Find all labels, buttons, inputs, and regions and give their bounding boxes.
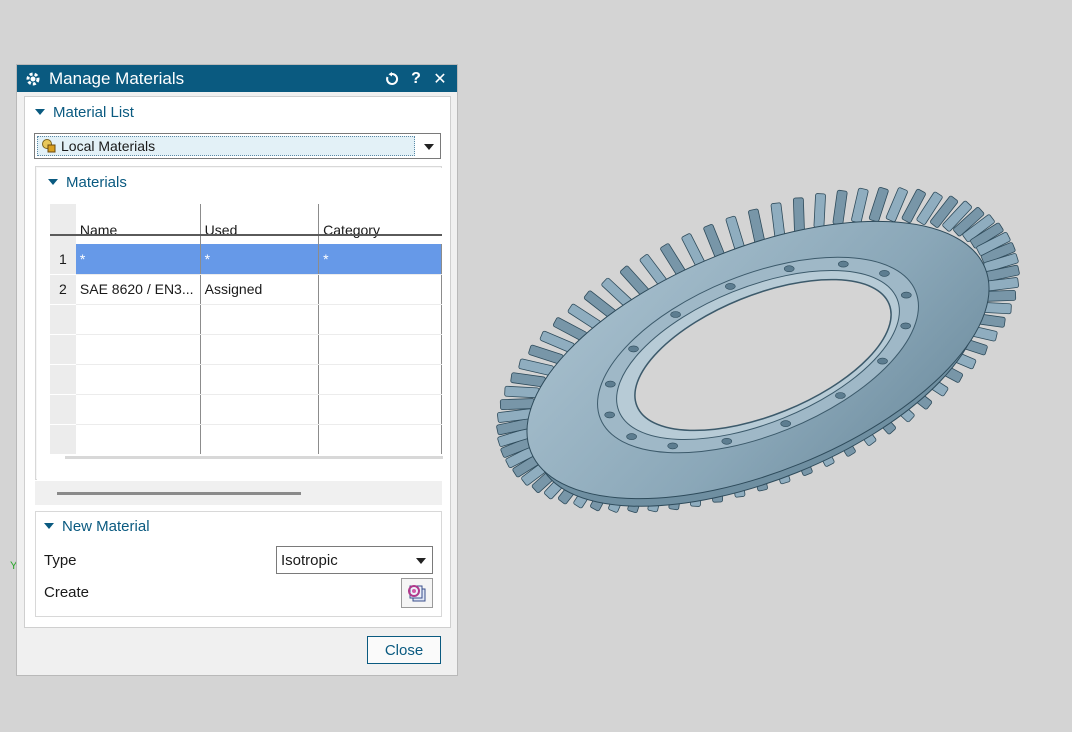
- bolt-hole: [900, 291, 912, 299]
- bolt-hole: [628, 345, 639, 353]
- manage-materials-dialog: Manage Materials ? ✕ Material List Local…: [16, 64, 458, 676]
- cell-used[interactable]: Assigned: [200, 274, 320, 305]
- chevron-down-icon: [416, 558, 426, 564]
- row-number: 2: [50, 274, 76, 305]
- table-horizontal-scrollbar[interactable]: [65, 456, 443, 459]
- gear-tooth: [813, 193, 826, 229]
- new-material-header: New Material: [62, 517, 150, 535]
- empty-row: [50, 334, 442, 365]
- reset-icon: [386, 71, 399, 85]
- create-material-button[interactable]: [401, 578, 433, 608]
- bolt-hole: [604, 411, 615, 419]
- row-number-header: [50, 204, 76, 244]
- close-button[interactable]: Close: [367, 636, 441, 664]
- cell-name[interactable]: SAE 8620 / EN3...: [75, 274, 201, 305]
- bolt-hole: [626, 433, 637, 440]
- cell-category[interactable]: *: [318, 244, 442, 275]
- empty-row: [50, 424, 442, 454]
- row-number: 1: [50, 244, 76, 275]
- bolt-hole: [780, 420, 792, 427]
- reset-button[interactable]: [381, 68, 403, 90]
- gear-tooth: [504, 385, 540, 399]
- close-icon: ✕: [433, 70, 447, 88]
- column-header-name[interactable]: Name: [75, 204, 201, 244]
- collapse-caret-icon: [35, 109, 45, 115]
- materials-table: Name Used Category 1 * * * 2 SAE 8620 / …: [50, 204, 442, 454]
- gear-tooth: [851, 187, 869, 224]
- material-list-section-header[interactable]: Material List: [35, 101, 134, 123]
- gear-tooth: [792, 197, 805, 233]
- table-row[interactable]: 2 SAE 8620 / EN3... Assigned: [50, 274, 442, 305]
- section-horizontal-scrollbar[interactable]: [35, 481, 442, 505]
- material-library-dropdown[interactable]: Local Materials: [34, 133, 441, 159]
- bolt-hole: [670, 311, 681, 318]
- bolt-hole: [721, 437, 733, 445]
- create-label: Create: [44, 584, 90, 601]
- empty-row: [50, 304, 442, 335]
- gear-tooth: [499, 398, 535, 411]
- dialog-title: Manage Materials: [49, 68, 185, 88]
- gear-icon: [26, 72, 40, 85]
- bolt-hole: [877, 357, 888, 365]
- type-select-value: Isotropic: [281, 551, 338, 569]
- column-header-category[interactable]: Category: [319, 204, 442, 244]
- new-material-section: New Material Type Isotropic Create: [35, 511, 442, 617]
- gear-tooth: [510, 372, 546, 388]
- bolt-hole: [879, 270, 890, 277]
- gear-tooth: [832, 189, 848, 226]
- new-material-section-header[interactable]: New Material: [44, 515, 150, 537]
- table-row[interactable]: 1 * * *: [50, 244, 442, 275]
- material-type-select[interactable]: Isotropic: [276, 546, 433, 574]
- gear-tooth: [518, 358, 554, 376]
- type-label: Type: [44, 552, 77, 569]
- bolt-hole: [724, 283, 736, 290]
- collapse-caret-icon: [44, 523, 54, 529]
- cell-name[interactable]: *: [75, 244, 201, 275]
- create-material-icon: [408, 585, 426, 602]
- bevel-gear-model[interactable]: [458, 150, 1058, 550]
- header-divider: [50, 234, 442, 236]
- cell-used[interactable]: *: [200, 244, 320, 275]
- chevron-down-icon: [424, 144, 434, 150]
- materials-header: Materials: [66, 173, 127, 191]
- bolt-hole: [605, 380, 616, 388]
- gear-tooth: [748, 208, 765, 245]
- bolt-hole: [900, 322, 912, 330]
- help-button[interactable]: ?: [405, 68, 427, 90]
- gear-tooth: [770, 202, 786, 238]
- dropdown-label: Local Materials: [61, 138, 156, 154]
- scrollbar-thumb[interactable]: [57, 492, 301, 495]
- bolt-hole: [667, 442, 678, 450]
- cell-category[interactable]: [318, 274, 442, 305]
- empty-row: [50, 364, 442, 395]
- materials-section: Materials Name Used Category 1 * * * 2 S…: [35, 166, 443, 480]
- bolt-hole: [783, 265, 795, 272]
- bolt-hole: [835, 392, 846, 399]
- local-materials-icon: [42, 139, 56, 153]
- close-dialog-button[interactable]: ✕: [429, 68, 451, 90]
- empty-row: [50, 394, 442, 425]
- help-icon: ?: [411, 69, 421, 87]
- column-header-used[interactable]: Used: [200, 204, 320, 244]
- material-list-header: Material List: [53, 103, 134, 121]
- dialog-body: Material List Local Materials Materials: [24, 96, 451, 628]
- collapse-caret-icon: [48, 179, 58, 185]
- bolt-hole: [837, 260, 849, 268]
- dropdown-selected-value: Local Materials: [37, 136, 415, 156]
- gear-tooth: [868, 186, 889, 223]
- dialog-titlebar[interactable]: Manage Materials ? ✕: [17, 65, 457, 92]
- materials-section-header[interactable]: Materials: [48, 171, 127, 193]
